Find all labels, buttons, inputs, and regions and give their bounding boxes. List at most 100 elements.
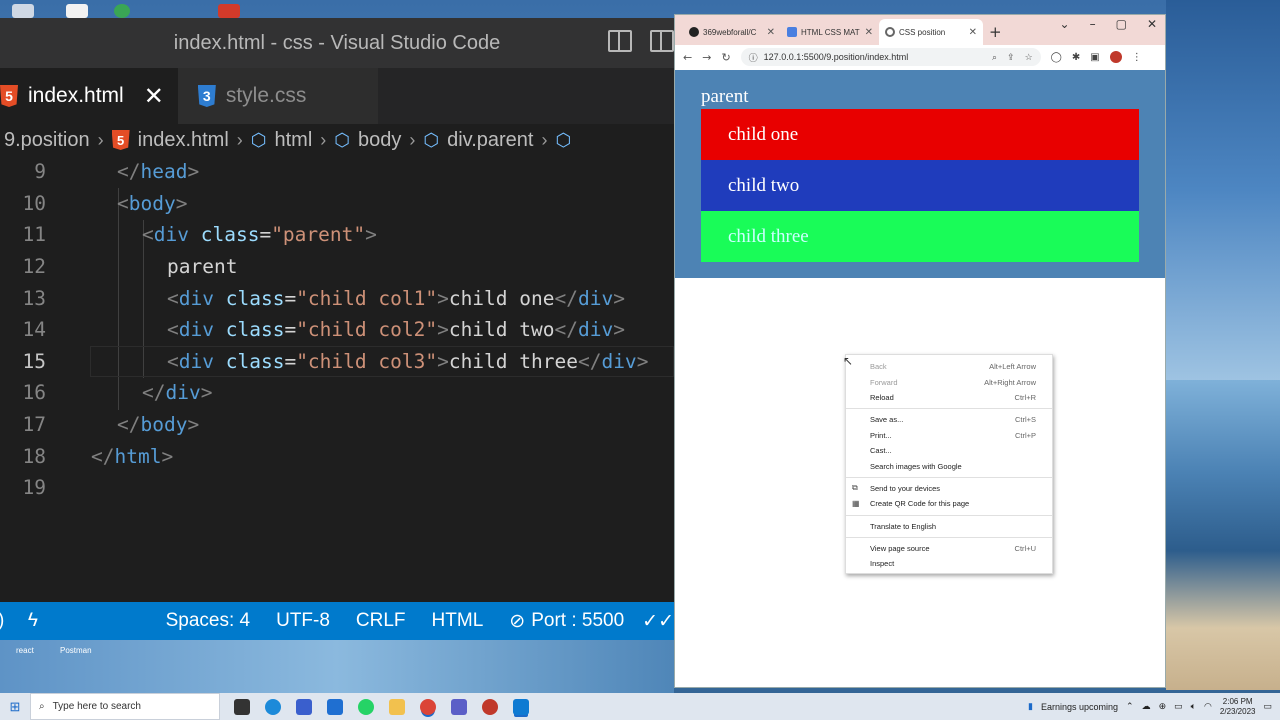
web-page[interactable]: parent child one child two child three B…	[675, 70, 1165, 687]
volume-icon[interactable]: 🔈︎	[1191, 701, 1196, 712]
mail-icon[interactable]	[327, 698, 343, 715]
menu-item-reload[interactable]: Reload Ctrl+R	[846, 390, 1052, 405]
network-icon[interactable]: ⊕	[1159, 701, 1167, 712]
close-icon[interactable]: ✕	[865, 27, 873, 38]
status-encoding[interactable]: UTF-8	[276, 610, 330, 632]
puzzle-icon[interactable]: ✱	[1072, 52, 1080, 63]
menu-item-send-devices[interactable]: ⧉ Send to your devices	[846, 481, 1052, 496]
address-bar[interactable]: ⓘ 127.0.0.1:5500/9.position/index.html ⌕…	[740, 48, 1041, 66]
cloud-icon[interactable]: ☁	[1142, 701, 1151, 712]
code-line[interactable]: 10 <body>	[0, 188, 674, 220]
desktop-icon[interactable]	[114, 4, 130, 18]
vscode-icon[interactable]	[513, 698, 529, 715]
code-line[interactable]: 12 parent	[0, 251, 674, 283]
chrome-icon[interactable]	[420, 698, 436, 715]
avatar[interactable]	[1109, 51, 1122, 63]
lightning-icon[interactable]: ϟ	[28, 610, 52, 632]
reload-icon[interactable]: ↻	[721, 51, 730, 64]
code-line[interactable]: 17 </body>	[0, 409, 674, 441]
code-line[interactable]: 16 </div>	[0, 377, 674, 409]
code-line-current[interactable]: 15 <div class="child col3">child three</…	[0, 346, 674, 378]
minimize-icon[interactable]: –	[1090, 17, 1096, 31]
toggle-sidebar-icon[interactable]	[608, 30, 632, 52]
teams-icon[interactable]	[451, 698, 467, 715]
breadcrumb-div-parent[interactable]: div.parent	[447, 129, 533, 152]
edge-icon[interactable]	[265, 698, 281, 715]
tab-index-html[interactable]: 5 index.html ✕	[0, 68, 178, 124]
close-window-icon[interactable]: ✕	[1147, 17, 1157, 31]
menu-item-search-images[interactable]: Search images with Google	[846, 458, 1052, 473]
menu-item-inspect[interactable]: Inspect	[846, 556, 1052, 571]
status-port[interactable]: Port : 5500	[531, 610, 624, 632]
status-spaces[interactable]: Spaces: 4	[166, 610, 251, 632]
news-icon[interactable]: ▮	[1028, 701, 1033, 712]
zoom-icon[interactable]: ⌕	[992, 52, 997, 63]
code-editor[interactable]: 9 </head> 10 <body> 11 <div class="paren…	[0, 156, 674, 504]
extension-icon[interactable]: ◯	[1051, 52, 1062, 63]
maximize-icon[interactable]: ▢	[1116, 17, 1127, 31]
file-explorer-icon[interactable]	[389, 698, 405, 715]
code-line[interactable]: 19	[0, 472, 674, 504]
new-tab-icon[interactable]: +	[989, 23, 1002, 41]
close-icon[interactable]: ✕	[969, 27, 977, 38]
menu-item-back[interactable]: Back Alt+Left Arrow	[846, 359, 1052, 374]
store-icon[interactable]	[296, 698, 312, 715]
share-icon[interactable]: ⇪	[1007, 52, 1015, 63]
code-line[interactable]: 9 </head>	[0, 156, 674, 188]
back-icon[interactable]: ←	[683, 51, 692, 64]
taskbar-search[interactable]: ⌕ Type here to search	[30, 693, 220, 720]
forward-icon[interactable]: →	[702, 51, 711, 64]
menu-item-cast[interactable]: Cast...	[846, 443, 1052, 458]
wifi-icon[interactable]: ◠	[1204, 701, 1212, 712]
breadcrumb-body[interactable]: body	[358, 129, 401, 152]
breadcrumb-folder[interactable]: 9.position	[4, 129, 90, 152]
menu-item-save-as[interactable]: Save as... Ctrl+S	[846, 412, 1052, 427]
code-line[interactable]: 11 <div class="parent">	[0, 219, 674, 251]
double-check-icon[interactable]: ✓✓	[642, 610, 674, 633]
clock[interactable]: 2:06 PM 2/23/2023	[1220, 697, 1256, 717]
code-line[interactable]: 14 <div class="child col2">child two</di…	[0, 314, 674, 346]
browser-tab-label: CSS position	[899, 27, 946, 37]
breadcrumb-file[interactable]: index.html	[138, 129, 229, 152]
sidepanel-icon[interactable]: ▣	[1090, 52, 1099, 63]
menu-item-print[interactable]: Print... Ctrl+P	[846, 428, 1052, 443]
docs-icon	[787, 27, 797, 37]
code-line[interactable]: 18 </html>	[0, 440, 674, 472]
desktop-icon[interactable]	[66, 4, 88, 18]
browser-tab-active[interactable]: CSS position ✕	[879, 19, 983, 45]
more-menu-icon[interactable]: ⋮	[1132, 52, 1142, 63]
battery-icon[interactable]: ▭	[1174, 701, 1183, 712]
url-text[interactable]: 127.0.0.1:5500/9.position/index.html	[764, 52, 909, 62]
notification-icon[interactable]: ▭	[1263, 701, 1272, 712]
code-line[interactable]: 13 <div class="child col1">child one</di…	[0, 282, 674, 314]
chevron-down-icon[interactable]: ⌄	[1060, 17, 1070, 31]
menu-item-forward[interactable]: Forward Alt+Right Arrow	[846, 374, 1052, 389]
chevron-up-icon[interactable]: ⌃	[1126, 701, 1134, 712]
browser-tab[interactable]: HTML CSS MAT ✕	[781, 19, 879, 45]
tab-style-css[interactable]: 3 style.css	[177, 68, 378, 124]
desktop-icon-label[interactable]: Postman	[60, 646, 92, 655]
line-number: 10	[22, 191, 46, 215]
status-language[interactable]: HTML	[432, 610, 484, 632]
close-icon[interactable]: ✕	[144, 82, 164, 111]
desktop-icon[interactable]	[12, 4, 34, 18]
browser-tab[interactable]: 369webforall/C ✕	[683, 19, 781, 45]
desktop-icon-label[interactable]: react	[16, 646, 34, 655]
news-widget[interactable]: Earnings upcoming	[1041, 702, 1118, 712]
breadcrumb-html[interactable]: html	[275, 129, 313, 152]
status-eol[interactable]: CRLF	[356, 610, 406, 632]
close-icon[interactable]: ✕	[767, 27, 775, 38]
menu-item-view-source[interactable]: View page source Ctrl+U	[846, 541, 1052, 556]
whatsapp-icon[interactable]	[358, 698, 374, 715]
toggle-panel-icon[interactable]	[650, 30, 674, 52]
menu-item-qr-code[interactable]: ▦ Create QR Code for this page	[846, 496, 1052, 511]
windows-start-icon[interactable]: ⊞	[0, 699, 30, 715]
desktop-icon[interactable]	[218, 4, 240, 18]
remote-icon[interactable]: )	[0, 610, 14, 632]
app-icon[interactable]	[482, 698, 498, 715]
task-view-icon[interactable]	[234, 698, 250, 715]
line-number: 14	[22, 318, 46, 342]
bookmark-star-icon[interactable]: ☆	[1025, 52, 1033, 63]
menu-item-translate[interactable]: Translate to English	[846, 519, 1052, 534]
editor-tabs: 5 index.html ✕ 3 style.css	[0, 68, 674, 124]
